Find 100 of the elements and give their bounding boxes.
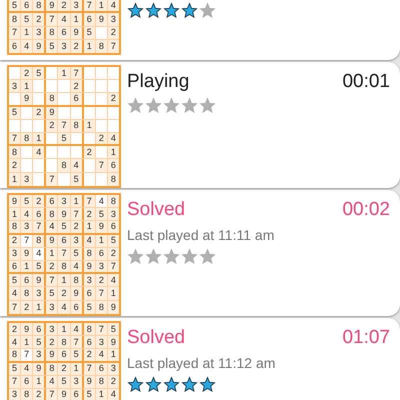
board-cell[interactable]: 1: [9, 172, 20, 186]
board-cell[interactable]: 7: [84, 195, 95, 208]
board-cell[interactable]: 8: [58, 260, 70, 272]
board-cell[interactable]: 4: [46, 221, 58, 233]
board-cell[interactable]: 2: [21, 67, 32, 80]
board-cell[interactable]: 8: [46, 362, 58, 375]
board-cell[interactable]: 5: [70, 349, 82, 361]
board-cell[interactable]: 9: [33, 274, 44, 286]
board-cell[interactable]: 9: [33, 40, 44, 53]
board-cell[interactable]: 8: [21, 388, 32, 400]
board-cell[interactable]: 5: [46, 40, 58, 53]
board-cell[interactable]: 4: [21, 40, 32, 53]
board-cell[interactable]: 7: [9, 300, 20, 314]
board-cell[interactable]: 1: [21, 26, 32, 39]
board-cell[interactable]: 8: [9, 146, 20, 158]
board-cell[interactable]: 1: [58, 67, 70, 80]
board-cell[interactable]: 8: [21, 287, 32, 300]
board-cell[interactable]: 8: [108, 195, 119, 208]
board-cell[interactable]: 7: [70, 336, 82, 348]
board-cell[interactable]: 3: [21, 172, 32, 186]
board-cell[interactable]: 2: [108, 93, 119, 105]
board-cell[interactable]: 5: [58, 221, 70, 233]
board-cell[interactable]: 6: [108, 159, 119, 172]
board-cell[interactable]: 2: [70, 221, 82, 233]
board-cell[interactable]: 8: [46, 26, 58, 39]
board-cell[interactable]: 8: [46, 208, 58, 220]
board-cell[interactable]: 5: [21, 195, 32, 208]
board-cell[interactable]: 6: [108, 221, 119, 233]
board-cell[interactable]: 5: [58, 132, 70, 144]
board-cell[interactable]: 1: [33, 132, 44, 144]
board-cell[interactable]: 6: [84, 336, 95, 348]
board-cell[interactable]: 2: [33, 106, 44, 119]
board-cell[interactable]: 8: [9, 13, 20, 26]
board-cell[interactable]: 1: [46, 248, 58, 260]
board-cell[interactable]: 9: [21, 248, 32, 260]
board-cell[interactable]: 2: [9, 159, 20, 172]
board-cell[interactable]: 4: [96, 349, 107, 361]
board-cell[interactable]: 5: [33, 260, 44, 272]
board-cell[interactable]: 7: [46, 274, 58, 286]
board-cell[interactable]: 2: [84, 349, 95, 361]
board-cell[interactable]: 5: [58, 376, 70, 388]
board-cell[interactable]: 2: [33, 388, 44, 400]
board-cell[interactable]: 3: [108, 13, 119, 26]
board-cell[interactable]: 1: [108, 349, 119, 361]
board-cell[interactable]: 3: [70, 0, 82, 12]
board-cell[interactable]: 7: [46, 13, 58, 26]
board-cell[interactable]: 4: [33, 146, 44, 158]
board-cell[interactable]: 4: [108, 0, 119, 12]
board-cell[interactable]: 8: [46, 93, 58, 105]
board-cell[interactable]: 2: [46, 260, 58, 272]
board-cell[interactable]: 3: [58, 40, 70, 53]
board-cell[interactable]: 1: [84, 221, 95, 233]
board-cell[interactable]: 9: [70, 287, 82, 300]
board-cell[interactable]: 6: [84, 287, 95, 300]
board-cell[interactable]: 8: [70, 274, 82, 286]
board-cell[interactable]: 3: [33, 349, 44, 361]
board-cell[interactable]: 1: [108, 287, 119, 300]
board-cell[interactable]: 9: [33, 362, 44, 375]
board-cell[interactable]: 2: [84, 208, 95, 220]
board-cell[interactable]: 7: [9, 26, 20, 39]
board-cell[interactable]: 8: [9, 349, 20, 361]
board-cell[interactable]: 3: [33, 26, 44, 39]
board-cell[interactable]: 6: [84, 13, 95, 26]
board-cell[interactable]: 3: [46, 323, 58, 336]
board-cell[interactable]: 8: [21, 132, 32, 144]
board-cell[interactable]: 7: [9, 132, 20, 144]
board-cell[interactable]: 1: [70, 195, 82, 208]
board-cell[interactable]: 1: [70, 13, 82, 26]
board-cell[interactable]: 3: [21, 221, 32, 233]
board-cell[interactable]: 8: [58, 159, 70, 172]
board-cell[interactable]: 5: [9, 0, 20, 12]
board-cell[interactable]: 3: [84, 274, 95, 286]
board-cell[interactable]: 3: [108, 208, 119, 220]
board-cell[interactable]: 9: [46, 0, 58, 12]
board-cell[interactable]: 7: [58, 248, 70, 260]
game-card[interactable]: 2 9 6 3 1 4 8 7 5 4 1 5 2 8 7 6 3 9 8 7 3 9 6 5 2 4 1 5 4 9 8 2 1 7 6 3 7 6 1 4 5 3 9 8 2 3 8 2 7 9 6 5 1 4 Solved 01:07 Last played at 11:12 am: [0, 318, 400, 400]
board-cell[interactable]: 3: [9, 80, 20, 92]
board-cell[interactable]: 4: [58, 300, 70, 314]
board-cell[interactable]: 5: [46, 287, 58, 300]
board-cell[interactable]: 7: [96, 323, 107, 336]
board-cell[interactable]: 6: [33, 323, 44, 336]
board-cell[interactable]: 5: [96, 208, 107, 220]
board-cell[interactable]: 3: [9, 388, 20, 400]
board-cell[interactable]: 6: [9, 40, 20, 53]
board-cell[interactable]: 4: [46, 376, 58, 388]
board-cell[interactable]: 2: [46, 336, 58, 348]
board-cell[interactable]: 7: [9, 376, 20, 388]
board-cell[interactable]: 9: [58, 208, 70, 220]
board-cell[interactable]: 2: [58, 362, 70, 375]
board-cell[interactable]: 3: [96, 336, 107, 348]
board-cell[interactable]: 9: [96, 13, 107, 26]
board-cell[interactable]: 6: [46, 195, 58, 208]
board-cell[interactable]: 9: [108, 336, 119, 348]
board-cell[interactable]: 9: [9, 195, 20, 208]
board-cell[interactable]: 6: [58, 26, 70, 39]
board-cell[interactable]: 1: [96, 0, 107, 12]
board-cell[interactable]: 7: [58, 120, 70, 132]
board-cell[interactable]: 1: [58, 323, 70, 336]
board-cell[interactable]: 9: [21, 323, 32, 336]
board-cell[interactable]: 2: [46, 120, 58, 132]
